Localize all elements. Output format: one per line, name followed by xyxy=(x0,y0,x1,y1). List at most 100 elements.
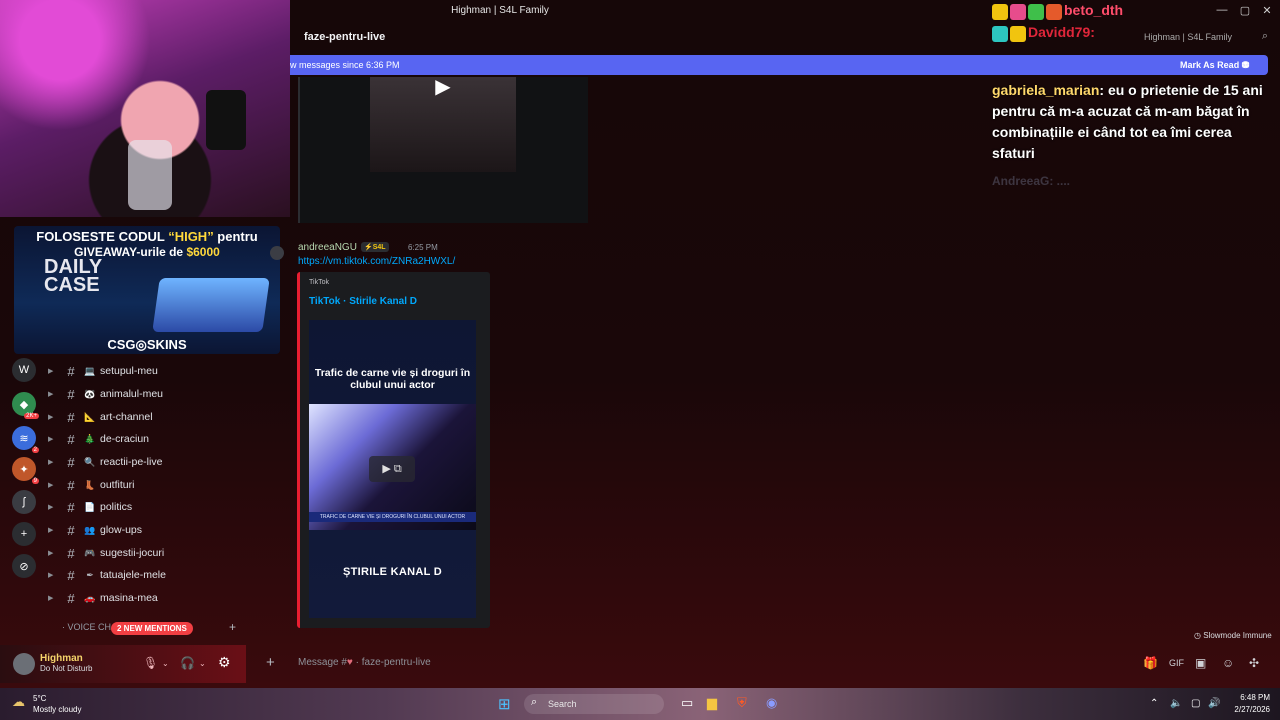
channel-item[interactable]: ▶ # 🐼 animalul-meu xyxy=(48,383,278,405)
windows-start-icon[interactable]: ⊞ xyxy=(498,695,511,713)
gift-icon[interactable]: 🎁 xyxy=(1143,656,1158,670)
chevron-right-icon: ▶ xyxy=(48,595,54,602)
server-icon-2[interactable]: ◆ 2K+ xyxy=(12,392,39,419)
discover-icon[interactable]: ⊘ xyxy=(12,554,36,578)
chat-username: Davidd79: xyxy=(1028,24,1095,40)
channel-emoji: 💻 xyxy=(84,365,96,376)
chevron-down-icon[interactable]: ⌄ xyxy=(199,659,206,668)
weather-cloud-icon[interactable]: ☁ xyxy=(12,694,25,710)
user-panel xyxy=(0,645,246,683)
channel-item[interactable]: ▶ # 💻 setupul-meu xyxy=(48,360,278,382)
channel-item[interactable]: ▶ # 👢 outfituri xyxy=(48,474,278,496)
clock-time[interactable]: 6:48 PM xyxy=(1226,693,1270,702)
taskbar-search[interactable] xyxy=(524,694,664,714)
add-channel-icon[interactable]: + xyxy=(229,620,236,634)
weather-temp[interactable]: 5°C xyxy=(33,694,46,703)
channel-item[interactable]: ▶ # 🎮 sugestii-jocuri xyxy=(48,542,278,564)
channel-item[interactable]: ▶ # ✒ tatuajele-mele xyxy=(48,564,278,586)
channel-label: masina-mea xyxy=(100,592,158,604)
search-input[interactable]: Highman | S4L Family ⌕ xyxy=(1132,29,1272,47)
channel-emoji: 📐 xyxy=(84,411,96,422)
sponsor-brand: CSG◎SKINS xyxy=(107,337,187,352)
chat-username: gabriela_marian xyxy=(992,82,1100,98)
minimize-button[interactable]: — xyxy=(1214,4,1230,16)
avatar[interactable] xyxy=(13,653,35,675)
daily-case-text: DAILY CASE xyxy=(44,256,102,296)
weather-condition[interactable]: Mostly cloudy xyxy=(33,705,81,714)
channel-label: sugestii-jocuri xyxy=(100,547,165,559)
server-icon-3[interactable]: ≋ 2 xyxy=(12,426,39,453)
attach-plus-icon[interactable]: + xyxy=(266,654,275,671)
channel-item[interactable]: ▶ # 🚗 masina-mea xyxy=(48,587,278,609)
channel-label: de-craciun xyxy=(100,433,150,445)
chevron-right-icon: ▶ xyxy=(48,504,54,511)
network-icon[interactable]: ▢ xyxy=(1191,698,1200,709)
channel-item[interactable]: ▶ # 📄 politics xyxy=(48,496,278,518)
speaker-icon[interactable]: 🔈 xyxy=(1170,698,1182,709)
search-icon: ⌕ xyxy=(1261,30,1268,42)
task-view-icon[interactable]: ▭ xyxy=(681,695,693,711)
chevron-right-icon: ▶ xyxy=(48,436,54,443)
chevron-right-icon: ▶ xyxy=(48,368,54,375)
server-icon-4[interactable]: ✦ 9 xyxy=(12,457,39,484)
deafen-icon[interactable]: 🎧 xyxy=(180,656,195,670)
voice-category[interactable]: · VOICE CH xyxy=(62,622,111,632)
new-mentions-pill[interactable]: 2 NEW MENTIONS xyxy=(111,622,193,635)
gear-icon[interactable]: ⚙ xyxy=(218,654,231,671)
close-button[interactable]: ✕ xyxy=(1259,4,1275,17)
server-icon-w[interactable]: W xyxy=(12,358,36,382)
maximize-button[interactable]: ▢ xyxy=(1237,4,1253,17)
server-icon-5[interactable]: ʃ xyxy=(12,490,36,514)
channel-label: animalul-meu xyxy=(100,388,164,400)
chevron-right-icon: ▶ xyxy=(48,572,54,579)
channel-item[interactable]: ▶ # 🎄 de-craciun xyxy=(48,428,278,450)
message-timestamp: 6:25 PM xyxy=(408,243,438,252)
emoji-icon[interactable]: ☺ xyxy=(1222,656,1234,670)
apps-icon[interactable]: ✣ xyxy=(1249,656,1259,670)
channel-label: art-channel xyxy=(100,411,153,423)
new-messages-banner[interactable] xyxy=(290,55,1268,75)
hash-icon: # xyxy=(67,386,75,402)
hash-icon: # xyxy=(67,590,75,606)
channel-item[interactable]: ▶ # 📐 art-channel xyxy=(48,406,278,428)
channel-item[interactable]: ▶ # 👥 glow-ups xyxy=(48,519,278,541)
hash-icon: # xyxy=(67,499,75,515)
tray-chevron-up-icon[interactable]: ⌃ xyxy=(1150,698,1158,709)
embed-title[interactable]: TikTok · Stirile Kanal D xyxy=(309,296,417,307)
mute-icon[interactable]: 🎙 xyxy=(143,656,158,670)
message-placeholder: Message #♥ · faze-pentru-live xyxy=(298,657,431,668)
brave-browser-icon[interactable]: ⛨ xyxy=(737,695,747,711)
message-author[interactable]: andreeaNGU xyxy=(298,242,357,253)
hash-icon: # xyxy=(67,545,75,561)
file-explorer-icon[interactable]: ▆ xyxy=(707,695,717,711)
channel-emoji: 🚗 xyxy=(84,592,96,603)
chevron-right-icon: ▶ xyxy=(48,459,54,466)
gif-icon[interactable]: GIF xyxy=(1169,658,1184,668)
channel-label: tatuajele-mele xyxy=(100,569,166,581)
sponsor-line-1: FOLOSESTE CODUL “HIGH” pentru xyxy=(36,229,258,244)
hash-icon: # xyxy=(67,409,75,425)
user-status: Do Not Disturb xyxy=(40,664,93,673)
mark-read-icon: ⛃ xyxy=(1241,60,1250,70)
play-icon[interactable]: ▶ ⧉ xyxy=(369,456,415,482)
chat-username: beto_dth xyxy=(1064,2,1124,18)
taskbar-search-label: Search xyxy=(548,699,577,709)
sticker-icon[interactable]: ▣ xyxy=(1195,656,1206,670)
clock-date[interactable]: 2/27/2026 xyxy=(1222,705,1270,714)
mark-as-read-label: Mark As Read xyxy=(1180,60,1240,70)
discord-app-icon[interactable]: ◉ xyxy=(766,695,777,711)
unread-badge: 9 xyxy=(31,478,39,484)
search-placeholder: Highman | S4L Family xyxy=(1144,32,1233,42)
add-server-icon[interactable]: + xyxy=(12,522,36,546)
chevron-down-icon[interactable]: ⌄ xyxy=(162,659,169,668)
channel-item[interactable]: ▶ # 🔍 reactii-pe-live xyxy=(48,451,278,473)
volume-icon[interactable]: 🔊 xyxy=(1208,698,1220,709)
message-link[interactable]: https://vm.tiktok.com/ZNRa2HWXL/ xyxy=(298,256,455,267)
hash-icon: # xyxy=(67,522,75,538)
og-badge-icon xyxy=(992,26,1008,43)
play-icon[interactable]: ▶ xyxy=(428,74,458,100)
mark-as-read-button[interactable]: Mark As Read ⛃ xyxy=(1180,60,1249,71)
channel-emoji: 📄 xyxy=(84,501,96,512)
avatar[interactable] xyxy=(270,246,284,260)
channel-label: reactii-pe-live xyxy=(100,456,163,468)
